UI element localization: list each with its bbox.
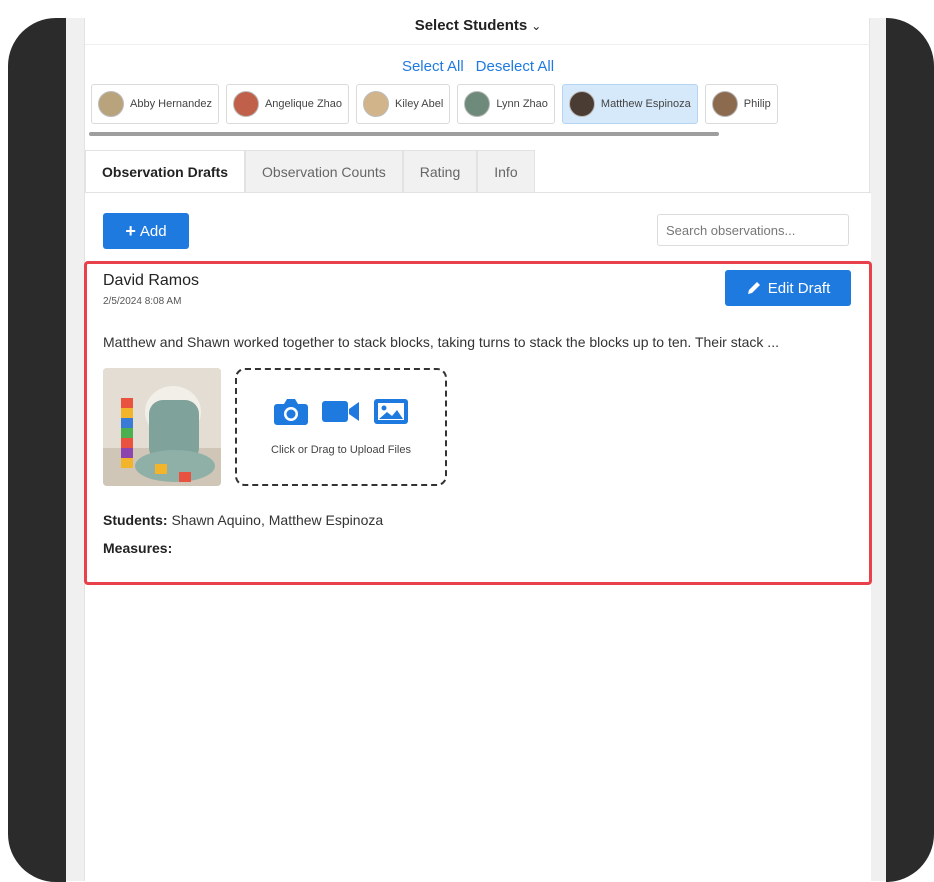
file-upload-dropzone[interactable]: Click or Drag to Upload Files — [235, 368, 447, 486]
avatar — [464, 91, 491, 117]
divider — [85, 44, 871, 45]
students-line: Students: Shawn Aquino, Matthew Espinoza — [103, 512, 383, 528]
add-button-label: Add — [139, 222, 167, 240]
student-chip-label: Kiley Abel — [395, 98, 444, 110]
observation-draft-card[interactable]: David Ramos 2/5/2024 8:08 AM Edit Draft … — [84, 261, 872, 585]
student-chip-label: Abby Hernandez — [130, 98, 212, 110]
student-chip-label: Philip — [743, 98, 771, 110]
avatar — [568, 91, 595, 117]
app-screen: Select Students ⌄ Select All Deselect All … — [66, 18, 886, 881]
tab-rating[interactable]: Rating — [402, 150, 478, 192]
student-chip-matthew-espinoza[interactable]: Matthew Espinoza — [561, 84, 698, 124]
select-all-link[interactable]: Select All — [402, 58, 464, 75]
student-chip-lynn-zhao[interactable]: Lynn Zhao — [457, 84, 555, 124]
image-icon — [374, 399, 408, 424]
draft-timestamp: 2/5/2024 8:08 AM — [103, 296, 182, 307]
chevron-down-icon: ⌄ — [531, 19, 542, 33]
selection-links: Select All Deselect All — [85, 58, 871, 75]
student-chip-angelique-zhao[interactable]: Angelique Zhao — [225, 84, 350, 124]
observation-drafts-pane: + Add David Ramos 2/5/2024 8:08 AM Edit … — [84, 192, 872, 881]
observation-panel: Select Students ⌄ Select All Deselect All … — [84, 18, 872, 881]
tab-info[interactable]: Info — [477, 150, 535, 192]
tab-observation-drafts[interactable]: Observation Drafts — [85, 150, 246, 192]
student-chip-philip[interactable]: Philip — [704, 84, 778, 124]
students-value: Shawn Aquino, Matthew Espinoza — [171, 512, 384, 528]
measures-label: Measures: — [103, 540, 173, 556]
select-students-label: Select Students — [414, 18, 528, 34]
edit-draft-button[interactable]: Edit Draft — [725, 270, 851, 306]
student-chip-list: Abby Hernandez Angelique Zhao Kiley Abel… — [91, 84, 871, 124]
observation-photo[interactable] — [103, 368, 221, 486]
device-frame: Select Students ⌄ Select All Deselect All … — [0, 0, 934, 882]
observation-text: Matthew and Shawn worked together to sta… — [103, 334, 779, 350]
deselect-all-link[interactable]: Deselect All — [476, 58, 554, 75]
tab-observation-counts[interactable]: Observation Counts — [245, 150, 403, 192]
measures-line: Measures: — [103, 540, 172, 556]
child-stacking-blocks-image — [103, 368, 221, 486]
select-students-toggle[interactable]: Select Students ⌄ — [85, 18, 871, 44]
student-chip-kiley-abel[interactable]: Kiley Abel — [356, 84, 451, 124]
camera-icon — [274, 399, 308, 425]
device-bezel-left — [8, 18, 66, 882]
students-label: Students: — [103, 512, 168, 528]
draft-author: David Ramos — [103, 272, 200, 289]
pencil-icon — [747, 282, 760, 294]
upload-label: Click or Drag to Upload Files — [271, 444, 411, 456]
device-bezel-right — [886, 18, 934, 882]
avatar — [232, 91, 259, 117]
student-chip-abby-hernandez[interactable]: Abby Hernandez — [91, 84, 219, 124]
search-input[interactable] — [657, 214, 849, 246]
edit-draft-label: Edit Draft — [767, 279, 831, 297]
chip-scrollbar[interactable] — [89, 132, 719, 136]
add-button[interactable]: + Add — [103, 213, 189, 249]
plus-icon: + — [125, 220, 136, 241]
tab-bar: Observation Drafts Observation Counts Ra… — [85, 150, 535, 192]
avatar — [363, 91, 390, 117]
upload-icons — [237, 396, 445, 426]
avatar — [98, 91, 124, 117]
video-camera-icon — [322, 401, 359, 422]
student-chip-label: Matthew Espinoza — [600, 98, 691, 110]
student-chip-label: Angelique Zhao — [264, 98, 343, 110]
student-chip-label: Lynn Zhao — [496, 98, 548, 110]
avatar — [711, 91, 738, 117]
